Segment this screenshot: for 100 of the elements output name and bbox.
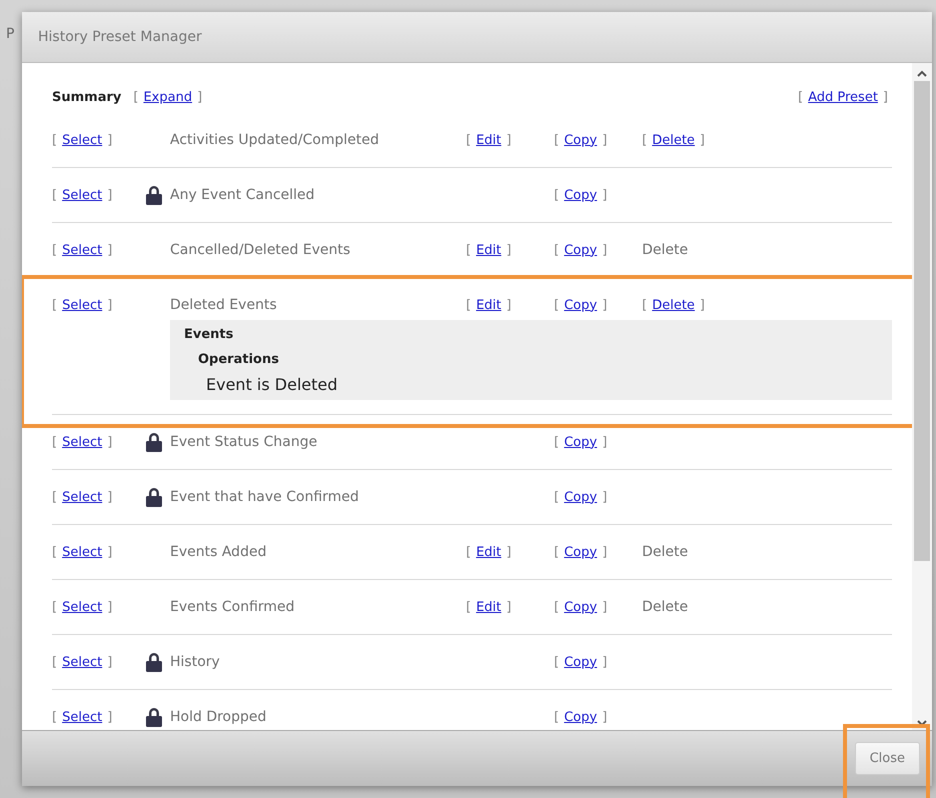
select-link[interactable]: Select	[62, 600, 102, 614]
bracket: ]	[107, 434, 112, 450]
select-link[interactable]: Select	[62, 654, 102, 670]
bracket: [	[52, 600, 58, 614]
select-link[interactable]: Select	[62, 188, 102, 202]
preset-name: Any Event Cancelled	[170, 187, 316, 203]
preset-name: Event Status Change	[170, 434, 318, 450]
bracket: ]	[107, 600, 112, 614]
bracket: [	[554, 600, 560, 614]
copy-link[interactable]: Copy	[564, 490, 598, 504]
preset-name: Deleted Events	[170, 297, 278, 313]
bracket: ]	[107, 490, 112, 504]
bracket: [	[133, 90, 138, 104]
copy-link[interactable]: Copy	[564, 710, 598, 724]
copy-link[interactable]: Copy	[564, 298, 598, 312]
select-link[interactable]: Select	[62, 710, 102, 724]
copy-link[interactable]: Copy	[564, 242, 598, 258]
group-label: Events	[184, 326, 234, 344]
copy-link[interactable]: Copy	[564, 600, 598, 614]
delete-link[interactable]: Delete	[652, 132, 695, 148]
bracket: [	[554, 544, 560, 560]
preset-name: Events Added	[170, 544, 268, 560]
bracket: [	[52, 132, 58, 148]
edit-link[interactable]: Edit	[476, 600, 502, 614]
bracket: [	[798, 90, 804, 104]
select-link[interactable]: Select	[62, 298, 102, 312]
bracket: [	[52, 242, 58, 258]
bracket: [	[466, 600, 472, 614]
bracket: ]	[197, 90, 202, 104]
bracket: [	[554, 298, 560, 312]
select-link[interactable]: Select	[62, 544, 102, 560]
edit-link[interactable]: Edit	[476, 132, 502, 148]
bracket: ]	[602, 242, 608, 258]
bracket: ]	[506, 600, 512, 614]
bracket: ]	[602, 188, 608, 202]
bracket: ]	[506, 298, 512, 312]
bracket: ]	[107, 242, 112, 258]
bracket: [	[52, 434, 58, 450]
select-link[interactable]: Select	[62, 434, 102, 450]
bracket: ]	[506, 544, 512, 560]
bracket: [	[52, 188, 58, 202]
copy-link[interactable]: Copy	[564, 654, 598, 670]
summary-label: Summary	[52, 90, 122, 104]
copy-link[interactable]: Copy	[564, 188, 598, 202]
bracket: ]	[602, 490, 608, 504]
preset-name: Event that have Confirmed	[170, 489, 360, 505]
bracket: ]	[107, 188, 112, 202]
bracket: [	[466, 544, 472, 560]
select-link[interactable]: Select	[62, 490, 102, 504]
bracket: [	[554, 434, 560, 450]
window-title: History Preset Manager	[38, 29, 202, 45]
bracket: ]	[700, 132, 705, 148]
bracket: [	[52, 710, 58, 724]
preset-name: History	[170, 654, 221, 670]
copy-link[interactable]: Copy	[564, 132, 598, 148]
condition-text: Event is Deleted	[205, 374, 339, 396]
copy-link[interactable]: Copy	[564, 544, 598, 560]
preset-name: Cancelled/Deleted Events	[170, 242, 352, 258]
close-button[interactable]: Close	[854, 742, 920, 775]
bracket: [	[52, 298, 58, 312]
bracket: ]	[700, 298, 705, 312]
preset-name: Hold Dropped	[170, 709, 268, 725]
bracket: [	[466, 298, 472, 312]
bracket: [	[554, 242, 560, 258]
select-link[interactable]: Select	[62, 242, 102, 258]
subgroup-label: Operations	[197, 351, 280, 369]
bracket: [	[554, 654, 560, 670]
bracket: [	[554, 188, 560, 202]
bracket: ]	[602, 298, 608, 312]
bracket: [	[466, 242, 472, 258]
bracket: [	[554, 132, 560, 148]
delete-label: Delete	[642, 599, 688, 615]
bracket: ]	[107, 132, 112, 148]
edit-link[interactable]: Edit	[476, 298, 502, 312]
preset-name: Activities Updated/Completed	[170, 132, 380, 148]
bracket: [	[642, 298, 648, 312]
select-link[interactable]: Select	[62, 132, 102, 148]
preset-name: Events Confirmed	[170, 599, 296, 615]
bracket: ]	[602, 434, 608, 450]
bracket: ]	[602, 600, 608, 614]
bracket: ]	[107, 544, 112, 560]
bracket: ]	[602, 544, 608, 560]
bracket: [	[466, 132, 472, 148]
bracket: [	[554, 490, 560, 504]
edit-link[interactable]: Edit	[476, 544, 502, 560]
bracket: ]	[107, 710, 112, 724]
scrollbar[interactable]	[912, 63, 932, 730]
add-preset-link[interactable]: Add Preset	[808, 90, 878, 104]
delete-link[interactable]: Delete	[652, 298, 695, 312]
scroll-up-icon[interactable]	[916, 69, 928, 79]
expand-link[interactable]: Expand	[143, 90, 192, 104]
bracket: ]	[107, 298, 112, 312]
scroll-thumb[interactable]	[914, 81, 930, 561]
edit-link[interactable]: Edit	[476, 242, 502, 258]
bracket: [	[52, 490, 58, 504]
bracket: ]	[506, 132, 512, 148]
bracket: ]	[882, 90, 888, 104]
copy-link[interactable]: Copy	[564, 434, 598, 450]
delete-label: Delete	[642, 242, 688, 258]
delete-label: Delete	[642, 544, 688, 560]
